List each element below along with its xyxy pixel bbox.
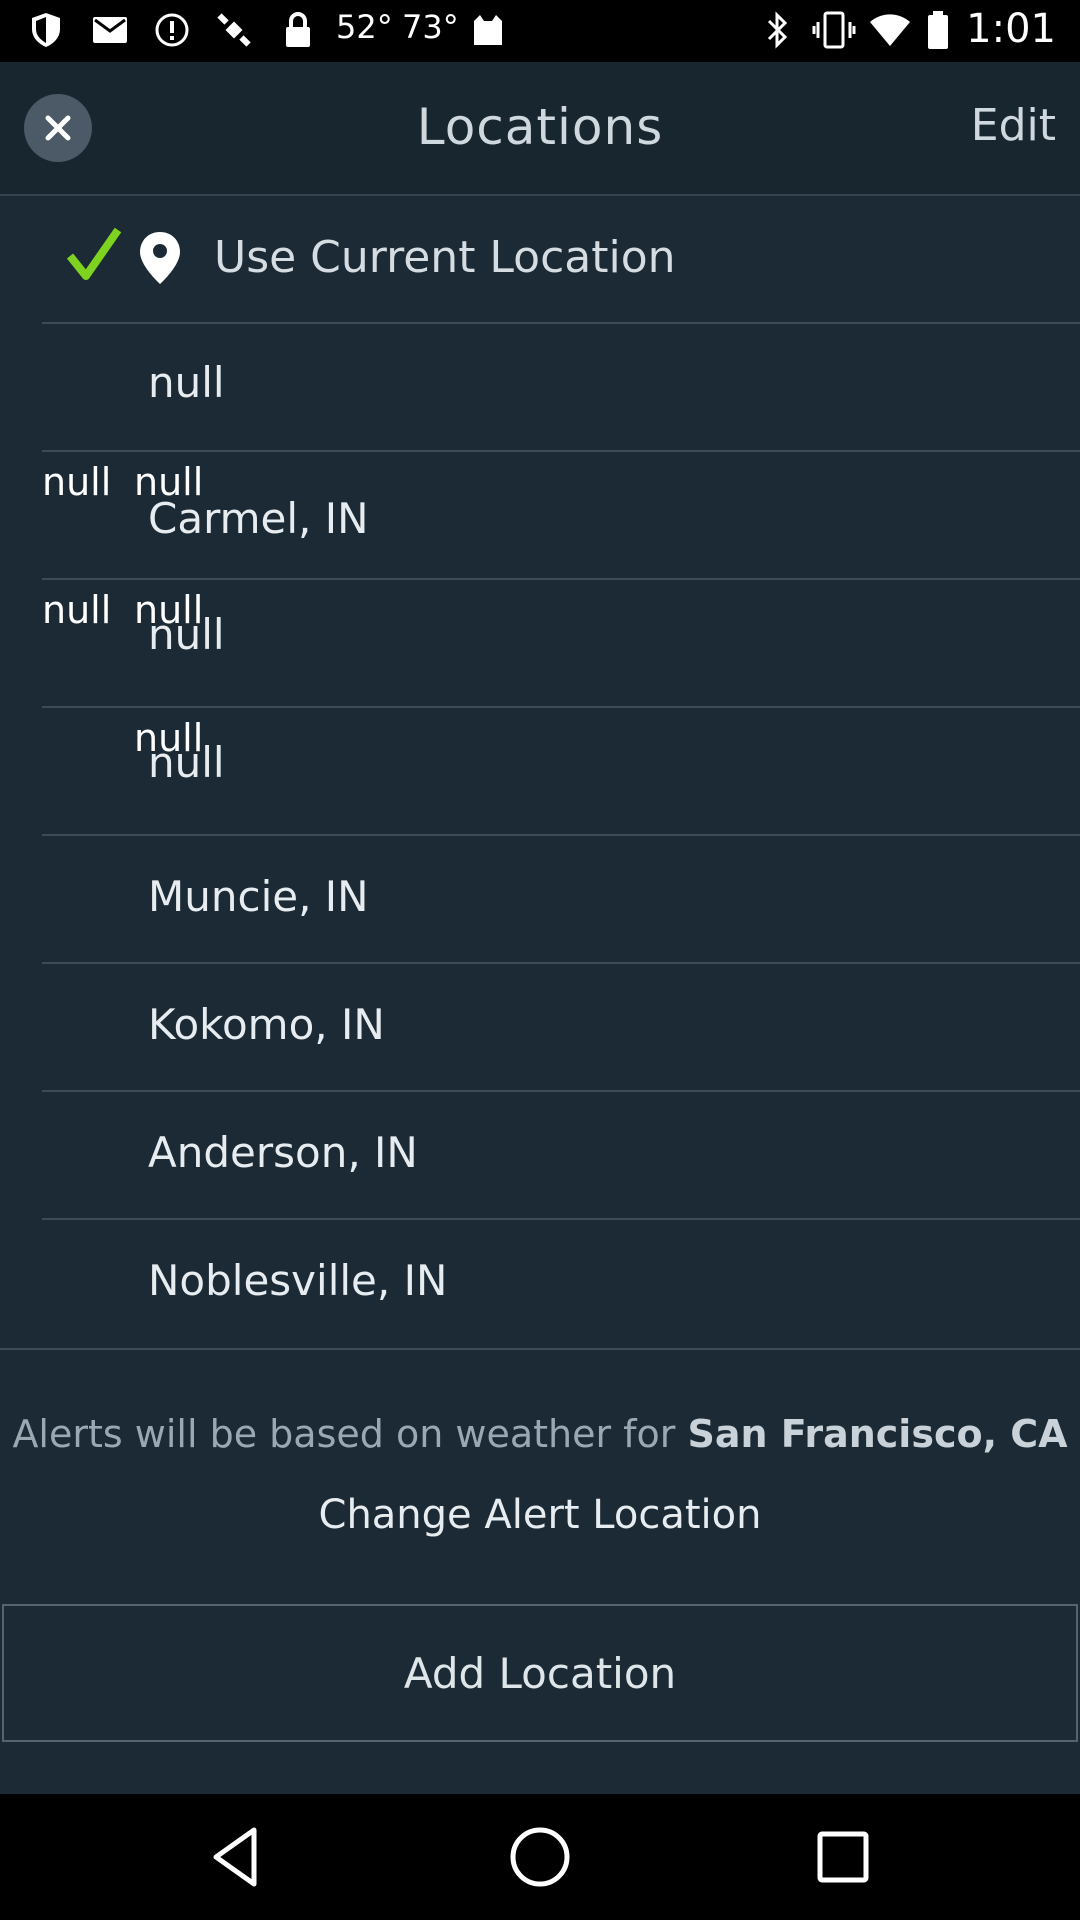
back-icon[interactable] [202,1822,272,1892]
location-name: Muncie, IN [148,872,369,921]
location-pin-icon [140,232,180,284]
navigation-bar [0,1794,1080,1920]
change-alert-location-button[interactable]: Change Alert Location [0,1492,1080,1538]
bluetooth-icon [760,10,796,50]
battery-icon [924,10,952,50]
location-left-null: null [42,460,112,504]
header: Locations Edit [0,62,1080,196]
location-name: Noblesville, IN [148,1256,448,1305]
location-name: Carmel, IN [148,494,369,543]
temperature-high: 73° [402,8,459,46]
location-name: null [148,610,225,659]
divider [0,1348,1080,1350]
use-current-location-label: Use Current Location [214,232,676,283]
alerts-info: Alerts will be based on weather for San … [0,1412,1080,1456]
lock-icon [280,10,316,50]
location-name: Anderson, IN [148,1128,418,1177]
location-left-null: null [42,588,112,632]
location-row[interactable]: null null null [0,580,1080,708]
wifi-icon [868,10,912,50]
location-row[interactable]: null [0,324,1080,452]
add-location-button[interactable]: Add Location [2,1604,1078,1742]
alert-icon [152,10,192,50]
location-row[interactable]: null null Carmel, IN [0,452,1080,580]
gmail-icon [90,10,130,50]
satellite-icon [212,10,256,50]
location-name: Kokomo, IN [148,1000,385,1049]
vibrate-icon [812,10,856,50]
alerts-location: San Francisco, CA [687,1412,1068,1456]
page-title: Locations [416,98,664,156]
location-row[interactable]: Noblesville, IN [0,1220,1080,1348]
shield-icon [26,10,66,50]
clock: 1:01 [966,6,1056,52]
locations-screen: Locations Edit Use Current Location null… [0,62,1080,1794]
use-current-location-row[interactable]: Use Current Location [0,196,1080,324]
location-row[interactable]: null null [0,708,1080,836]
check-icon [66,227,122,280]
locations-list: Use Current Location null null null Carm… [0,196,1080,1348]
edit-button[interactable]: Edit [971,100,1056,151]
cat-icon [468,10,508,50]
location-row[interactable]: Anderson, IN [0,1092,1080,1220]
recents-icon[interactable] [808,1822,878,1892]
status-bar: 52° 73° 1:01 [0,0,1080,62]
temperature-low: 52° [336,8,393,46]
location-name: null [148,738,225,787]
location-row[interactable]: Muncie, IN [0,836,1080,964]
alerts-prefix: Alerts will be based on weather for [12,1412,688,1456]
home-icon[interactable] [505,1822,575,1892]
location-row[interactable]: Kokomo, IN [0,964,1080,1092]
location-name: null [148,358,225,407]
